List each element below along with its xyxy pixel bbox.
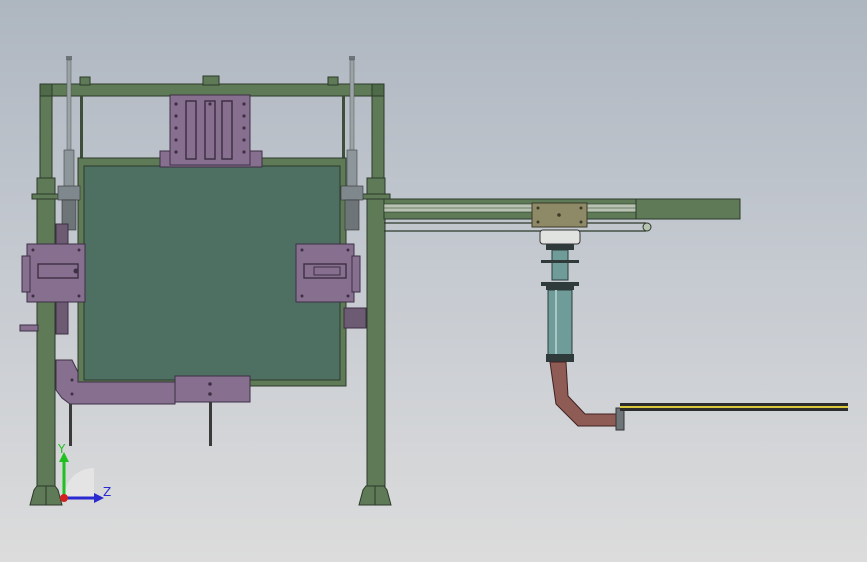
- column-flange: [541, 260, 579, 263]
- left-cylinder[interactable]: [57, 56, 81, 231]
- belt-pulley: [642, 222, 652, 232]
- arm-pin: [209, 402, 212, 446]
- column-foot: [546, 354, 574, 362]
- beam-tab: [202, 75, 220, 86]
- cylinder-mount: [57, 185, 81, 201]
- pipe-elbow: [549, 361, 619, 427]
- inner-upright: [80, 96, 83, 166]
- x-axis-dot: [60, 494, 68, 502]
- head-collar: [546, 244, 574, 250]
- clamp-bracket: [343, 307, 367, 329]
- clamp-ear: [21, 255, 31, 293]
- top-clamp-bracket[interactable]: [159, 94, 263, 168]
- pipe-flange: [615, 407, 625, 431]
- carriage-block[interactable]: [531, 202, 588, 362]
- inner-upright: [342, 96, 345, 166]
- piston-rod: [349, 59, 355, 153]
- right-leg-cap: [361, 193, 391, 200]
- clamp-ear: [351, 255, 361, 293]
- leg-bracket: [19, 324, 39, 332]
- beam-tab: [327, 76, 339, 86]
- clamp-neck: [55, 301, 69, 335]
- y-axis-label: Y: [57, 442, 66, 456]
- top-beam: [39, 83, 385, 97]
- triad-quadrant: [64, 468, 94, 498]
- z-axis-label: Z: [103, 485, 111, 499]
- lower-column: [547, 289, 573, 357]
- column-flange: [541, 282, 579, 286]
- clamp-plate: [295, 243, 355, 303]
- pickup-pipe[interactable]: [549, 361, 848, 431]
- beam-tab: [79, 76, 91, 86]
- upper-column: [551, 249, 569, 281]
- right-leg: [366, 177, 386, 491]
- left-leg-cap: [31, 193, 61, 200]
- piston-rod: [66, 59, 72, 153]
- cylinder-clevis: [344, 199, 360, 231]
- axis-triad: Y Z: [57, 442, 111, 503]
- arm-pin: [69, 404, 72, 446]
- cad-viewport[interactable]: Y Z: [0, 0, 867, 562]
- lift-head: [539, 229, 581, 245]
- cylinder-mount: [340, 185, 364, 201]
- assembly-drawing: Y Z: [19, 56, 848, 506]
- left-leg: [36, 177, 56, 491]
- beam-end: [635, 198, 741, 220]
- clamp-neck: [55, 223, 69, 245]
- rod-cap: [66, 56, 72, 60]
- rod-cap: [349, 56, 355, 60]
- column-flange: [546, 286, 574, 290]
